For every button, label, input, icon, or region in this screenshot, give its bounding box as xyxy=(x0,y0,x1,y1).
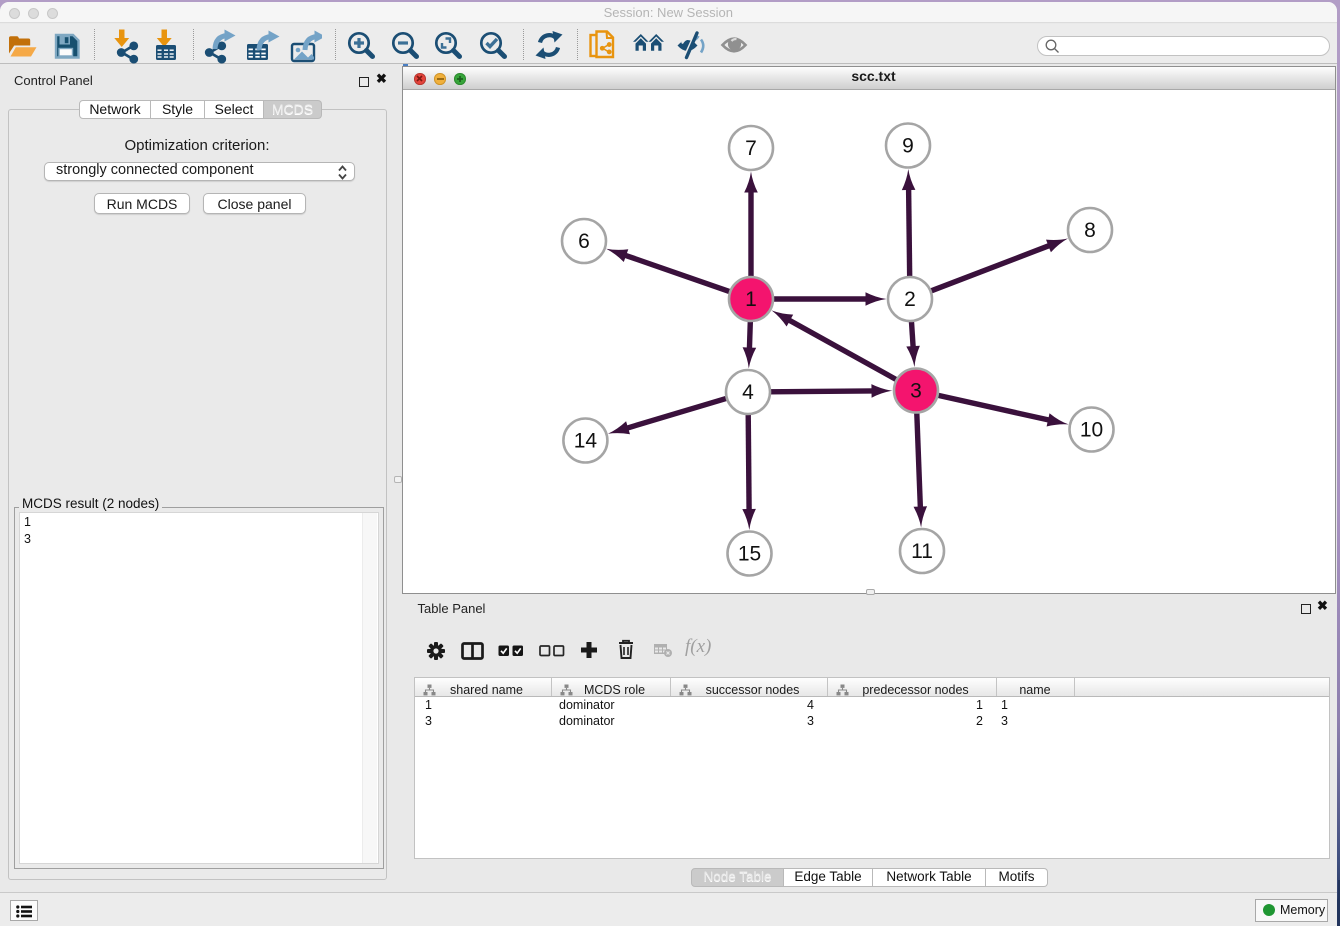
svg-text:4: 4 xyxy=(742,381,754,404)
svg-text:1: 1 xyxy=(745,288,757,311)
svg-text:14: 14 xyxy=(574,430,598,453)
svg-text:7: 7 xyxy=(745,137,757,160)
svg-text:10: 10 xyxy=(1080,419,1103,442)
svg-text:9: 9 xyxy=(902,135,914,158)
svg-text:2: 2 xyxy=(904,288,916,311)
svg-text:6: 6 xyxy=(578,230,590,253)
svg-text:11: 11 xyxy=(911,540,933,563)
svg-text:8: 8 xyxy=(1084,219,1096,242)
svg-text:15: 15 xyxy=(738,543,761,566)
svg-text:3: 3 xyxy=(910,380,922,403)
